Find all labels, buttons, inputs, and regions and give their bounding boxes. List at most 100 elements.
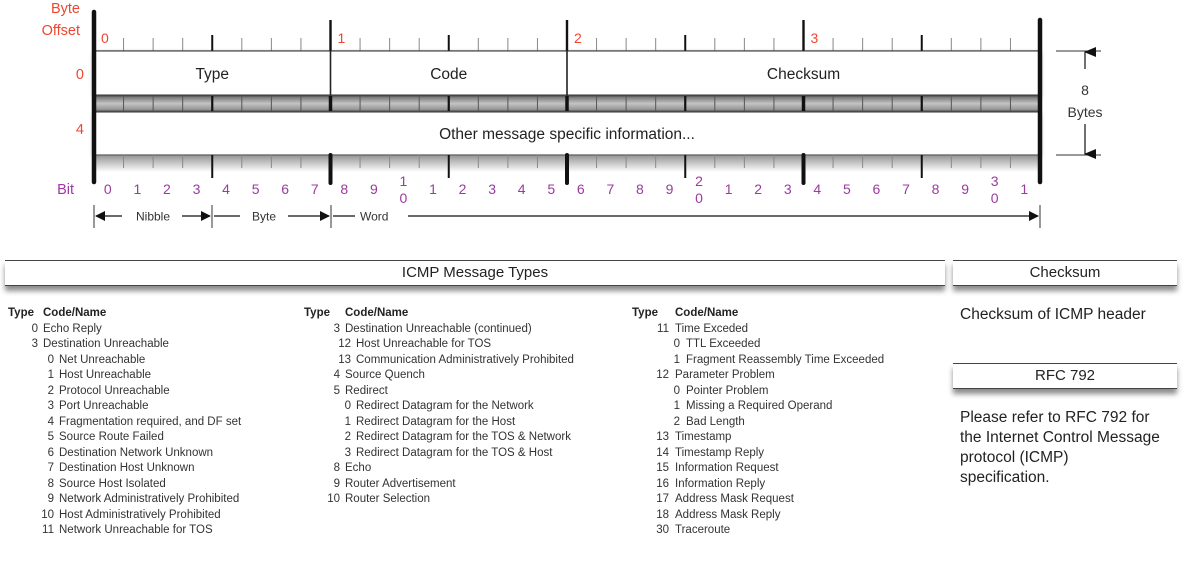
- rfc-title: RFC 792: [1034, 367, 1096, 384]
- header-type: Type: [304, 307, 330, 319]
- message-code-row: 1 Fragment Reassembly Time Exceeded: [632, 353, 952, 369]
- code-number: 10: [41, 508, 54, 521]
- code-number: 2: [47, 384, 54, 397]
- bit-number: 1: [133, 181, 141, 197]
- entry-name: Information Request: [675, 462, 779, 474]
- size-annotation: 8 Bytes: [1056, 47, 1103, 159]
- field-other-message-info: Other message specific information...: [439, 126, 695, 143]
- row-offset-4: 4: [76, 122, 84, 138]
- type-number: 3: [333, 322, 340, 335]
- checksum-description: Checksum of ICMP header: [960, 306, 1146, 323]
- entry-name: Timestamp Reply: [675, 446, 765, 459]
- message-type-row: 11 Time Exceded: [632, 322, 952, 338]
- bit-number: 2: [459, 181, 467, 197]
- entry-name: Missing a Required Operand: [686, 400, 833, 412]
- nibble-label: Nibble: [136, 210, 170, 224]
- bit-number: 8: [340, 181, 348, 197]
- table-header: Type Code/Name: [304, 306, 644, 322]
- type-number: 15: [656, 462, 669, 474]
- bit-number: 7: [606, 181, 614, 197]
- code-number: 0: [673, 338, 680, 350]
- type-number: 9: [333, 477, 340, 490]
- header-code-name: Code/Name: [43, 307, 107, 319]
- header-type: Type: [8, 307, 34, 319]
- message-type-row: 3 Destination Unreachable: [8, 337, 298, 353]
- entry-name: Time Exceded: [675, 322, 749, 335]
- type-number: 30: [656, 524, 669, 536]
- entry-name: Redirect Datagram for the TOS & Network: [356, 431, 571, 443]
- byte-offset-label-line1: Byte: [51, 1, 80, 17]
- message-code-row: 7 Destination Host Unknown: [8, 461, 298, 477]
- bit-number: 5: [547, 181, 555, 197]
- code-number: 6: [47, 446, 54, 459]
- message-types-column-2: Type Code/Name 3 Destination Unreachable (c…: [304, 306, 644, 508]
- entry-name: Source Route Failed: [59, 431, 164, 443]
- code-number: 8: [47, 477, 54, 490]
- bit-number: 1: [429, 181, 437, 197]
- bit-number: 2: [163, 181, 171, 197]
- header-code-name: Code/Name: [675, 307, 739, 319]
- code-number: 1: [673, 400, 680, 412]
- entry-name: Echo Reply: [43, 322, 102, 335]
- bit-number-ones: 0: [991, 190, 999, 206]
- message-code-row: 6 Destination Network Unknown: [8, 446, 298, 462]
- code-number: 2: [673, 415, 680, 428]
- message-code-row: 8 Source Host Isolated: [8, 477, 298, 493]
- bit-number: 0: [104, 181, 112, 197]
- bit-number: 6: [873, 181, 881, 197]
- type-number: 4: [333, 369, 340, 381]
- bit-number: 1: [1020, 181, 1028, 197]
- row-offset-0: 0: [76, 67, 84, 83]
- message-code-row: 0 TTL Exceeded: [632, 337, 952, 353]
- bit-number: 3: [784, 181, 792, 197]
- message-types-title: ICMP Message Types: [401, 264, 549, 281]
- type-number: 11: [657, 322, 669, 335]
- code-number: 5: [47, 431, 54, 443]
- byte-label: Byte: [252, 210, 276, 224]
- entry-name: Destination Host Unknown: [59, 462, 195, 474]
- bit-number: 4: [518, 181, 526, 197]
- entry-name: Network Administratively Prohibited: [59, 493, 240, 505]
- type-number: 0: [31, 322, 38, 335]
- entry-name: Pointer Problem: [686, 384, 769, 397]
- entry-name: Destination Unreachable (continued): [345, 322, 532, 335]
- message-code-row: 5 Source Route Failed: [8, 430, 298, 446]
- message-type-row: 30 Traceroute: [632, 523, 952, 539]
- bit-number: 3: [193, 181, 201, 197]
- message-type-row: 0 Echo Reply: [8, 322, 298, 338]
- rfc-description: Please refer to RFC 792 for the Internet…: [960, 409, 1160, 486]
- bit-number: 3: [488, 181, 496, 197]
- type-number: 14: [656, 446, 669, 459]
- code-number: 1: [344, 415, 351, 428]
- word-label: Word: [360, 210, 388, 224]
- message-code-row: 0 Pointer Problem: [632, 384, 952, 400]
- code-number: 2: [344, 431, 351, 443]
- message-code-row: 13 Communication Administratively Prohibi…: [304, 353, 644, 369]
- message-type-row: 15 Information Request: [632, 461, 952, 477]
- entry-name: Protocol Unreachable: [59, 384, 170, 397]
- message-code-row: 9 Network Administratively Prohibited: [8, 492, 298, 508]
- message-types-column-3: Type Code/Name 11 Time Exceded 0 TTL Exceeded…: [632, 306, 952, 539]
- entry-name: Network Unreachable for TOS: [59, 524, 213, 536]
- byte-marker-2: 2: [574, 30, 582, 46]
- bit-number-tens: 2: [695, 173, 703, 189]
- checksum-title: Checksum: [1029, 264, 1101, 281]
- entry-name: Address Mask Request: [675, 493, 794, 505]
- message-type-row: 10 Router Selection: [304, 492, 644, 508]
- entry-name: Source Host Isolated: [59, 477, 166, 490]
- type-number: 18: [656, 508, 669, 521]
- message-type-row: 18 Address Mask Reply: [632, 508, 952, 524]
- entry-name: Host Administratively Prohibited: [59, 508, 221, 521]
- entry-name: Redirect Datagram for the Host: [356, 415, 516, 428]
- entry-name: Host Unreachable for TOS: [356, 338, 492, 350]
- entry-name: Destination Network Unknown: [59, 446, 214, 459]
- table-header: Type Code/Name: [632, 306, 952, 322]
- message-type-row: 4 Source Quench: [304, 368, 644, 384]
- bit-number: 5: [843, 181, 851, 197]
- message-type-row: 13 Timestamp: [632, 430, 952, 446]
- entry-name: Destination Unreachable: [43, 338, 169, 350]
- entry-name: Fragmentation required, and DF set: [59, 415, 242, 428]
- byte-offset-label-line2: Offset: [42, 23, 80, 39]
- entry-name: Router Selection: [345, 493, 431, 505]
- message-code-row: 4 Fragmentation required, and DF set: [8, 415, 298, 431]
